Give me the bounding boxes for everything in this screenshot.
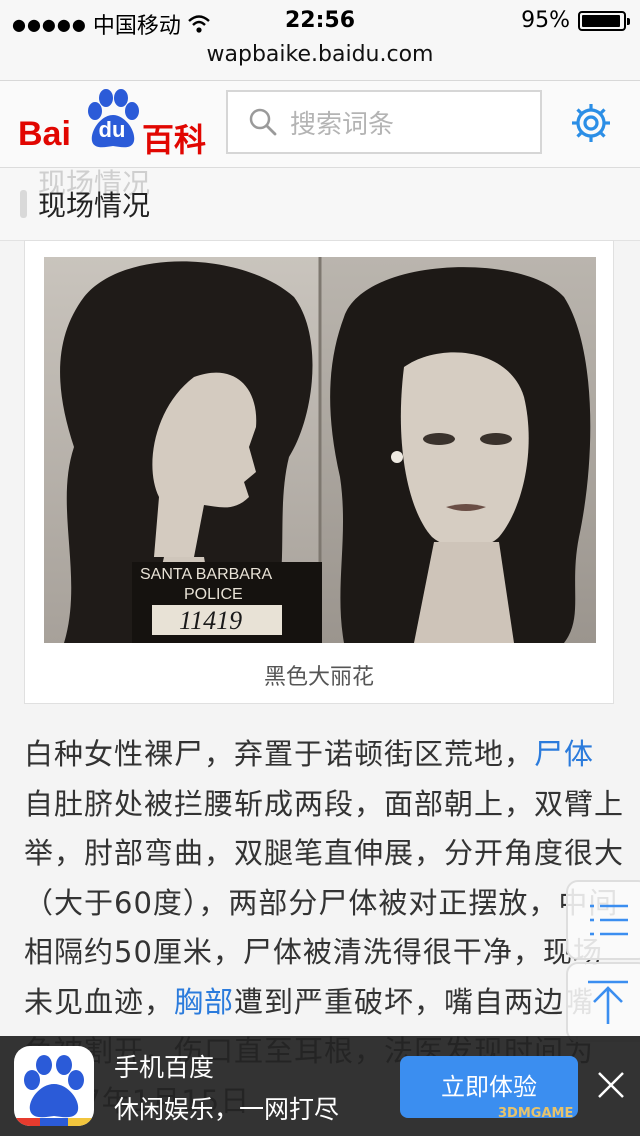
mugshot-photo[interactable]: SANTA BARBARA POLICE 11419	[44, 257, 596, 643]
baidu-baike-logo[interactable]: Bai du 百科	[18, 89, 208, 159]
search-icon	[249, 108, 277, 136]
plate-line1: SANTA BARBARA	[140, 566, 273, 583]
baidu-app-icon[interactable]	[14, 1046, 94, 1126]
battery-percent: 95%	[521, 8, 570, 33]
figure-caption: 黑色大丽花	[263, 665, 374, 690]
back-to-top-button[interactable]	[566, 962, 640, 1042]
article-text-1: 白种女性裸尸，弃置于诺顿街区荒地，	[24, 737, 535, 771]
back-to-top-icon	[588, 980, 628, 1024]
plate-line2: POLICE	[184, 586, 243, 603]
link-chest[interactable]: 胸部	[174, 985, 234, 1019]
banner-subtitle: 休闲娱乐，一网打尽	[114, 1095, 340, 1124]
battery-fill	[582, 14, 620, 27]
close-icon[interactable]	[596, 1070, 626, 1100]
toc-button[interactable]	[566, 880, 640, 960]
watermark: 3DMGAME	[498, 1106, 574, 1121]
battery-icon	[578, 10, 630, 31]
status-bar: ●●●●● 中国移动 22:56 95%	[0, 0, 640, 40]
logo-baike-text: 百科	[142, 121, 207, 159]
status-right: 95%	[521, 8, 630, 33]
search-placeholder: 搜索词条	[290, 109, 395, 140]
logo-du-text: du	[98, 117, 126, 142]
gear-icon[interactable]	[570, 102, 612, 144]
banner-title: 手机百度	[114, 1053, 215, 1082]
search-input[interactable]: 搜索词条	[226, 90, 542, 154]
figure-card: SANTA BARBARA POLICE 11419 黑色大丽花	[24, 240, 614, 704]
section-header: 现场情况 现场情况	[0, 168, 640, 241]
baidu-paw-icon	[14, 1055, 94, 1126]
site-header: Bai du 百科 搜索词条	[0, 81, 640, 168]
section-marker	[20, 190, 27, 218]
section-title: 现场情况	[38, 189, 151, 222]
logo-bai-text: Bai	[18, 115, 71, 153]
url-bar[interactable]: wapbaike.baidu.com	[0, 38, 640, 81]
plate-number: 11419	[179, 606, 242, 635]
link-corpse[interactable]: 尸体	[534, 737, 594, 771]
app-download-banner: 手机百度 休闲娱乐，一网打尽 立即体验 3DMGAME	[0, 1036, 640, 1136]
url-text: wapbaike.baidu.com	[206, 42, 434, 67]
list-icon	[590, 904, 628, 936]
